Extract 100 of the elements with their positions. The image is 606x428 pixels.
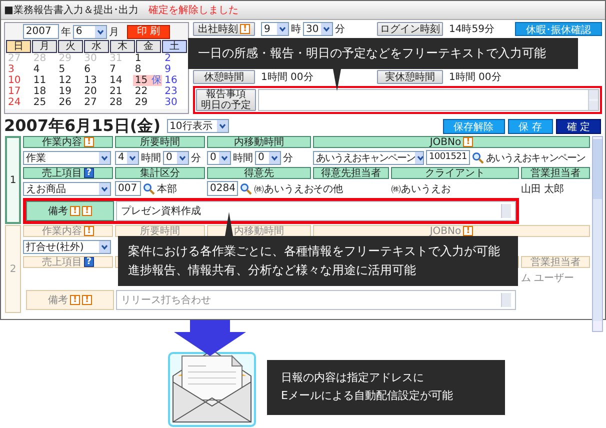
header-label: 作業内容 (42, 224, 82, 238)
callout-text: 案件における各作業ごとに、各種情報をフリーテキストで入力が可能 (128, 243, 501, 260)
search-icon[interactable] (240, 182, 252, 194)
alert-icon: ! (82, 206, 92, 216)
caret-icon (219, 152, 230, 164)
tally-name: 本部 (157, 182, 177, 196)
caret-icon (99, 182, 110, 194)
note-text: Eメールによる自動配信設定が可能 (281, 388, 454, 404)
weekday-header: 火 (58, 40, 83, 53)
field-label: ログイン時刻 (377, 22, 443, 36)
caret-icon (94, 26, 106, 38)
caret-icon (177, 152, 188, 164)
header-label: 内移動時間 (234, 224, 284, 238)
alert-icon: ! (70, 295, 80, 305)
field-label: 実休憩時間 (377, 70, 443, 84)
job-select[interactable]: あいうえおキャンペーン (313, 150, 424, 164)
header-label: 集計区分 (140, 166, 180, 180)
code-field[interactable]: 0284 (207, 181, 238, 196)
help-icon[interactable]: ? (84, 168, 94, 178)
hours-select[interactable]: 0 (207, 150, 231, 164)
header-label: 営業担当者 (530, 256, 580, 269)
scrollbar[interactable] (501, 204, 511, 218)
year-field[interactable]: 2007 (22, 24, 59, 39)
code-field[interactable]: 007 (115, 181, 141, 196)
window-title: ■業務報告書入力＆提出･出力 (4, 4, 138, 17)
scrollbar[interactable] (592, 136, 603, 332)
table-cell-text: ム ユーザー (521, 272, 574, 284)
month-select[interactable]: 6 (72, 24, 107, 38)
header-label: 営業担当者 (530, 166, 580, 180)
header-label: 備考 (48, 204, 68, 218)
row-number: 2 (5, 225, 21, 313)
alert-icon: ! (84, 137, 94, 147)
report-textarea[interactable] (258, 89, 599, 111)
weekday-header: 金 (136, 40, 161, 53)
work-type-select[interactable]: 作業 (23, 150, 111, 164)
status-message: 確定を解除しました (148, 4, 238, 17)
alert-icon: ! (463, 137, 474, 147)
hour-label: 時 (291, 22, 301, 36)
table-cell-text: ㈱あいうえお (391, 182, 451, 196)
caret-icon (99, 240, 110, 252)
caret-icon (321, 23, 332, 35)
break-time: 1時間 00分 (261, 70, 314, 84)
table-cell-text: その他 (313, 182, 343, 196)
scrollbar[interactable] (588, 90, 598, 110)
table-cell-text: 山田 太郎 (521, 182, 564, 196)
alert-icon: ! (84, 226, 94, 236)
label-text: 明日の予定 (201, 100, 251, 111)
job-number-field[interactable]: 1001521 (426, 150, 470, 165)
caret-icon (127, 152, 138, 164)
weekday-header: 水 (84, 40, 109, 53)
header-label: 売上項目 (42, 166, 82, 180)
job-name: あいうえおキャンペーン (486, 152, 585, 164)
status-label: 保 (152, 75, 162, 86)
caret-icon (99, 152, 110, 164)
sales-item-select[interactable]: えお商品 (23, 182, 111, 196)
hour-select[interactable]: 9 (261, 22, 289, 36)
print-button[interactable]: 印 刷 (126, 24, 170, 38)
label-text: 報告事項 (206, 89, 246, 100)
help-icon[interactable]: ? (84, 257, 94, 267)
search-icon[interactable] (472, 152, 484, 164)
scrollbar[interactable] (501, 293, 511, 307)
minute-select[interactable]: 30 (303, 22, 333, 36)
weekday-header: 月 (32, 40, 57, 53)
header-label: 売上項目 (42, 256, 82, 269)
report-date: 2007年6月15日(金) (4, 116, 161, 136)
note-textarea[interactable]: リリース打ち合わせ (116, 290, 516, 310)
header-label: 内移動時間 (234, 136, 284, 149)
unit-label: 分 (191, 152, 201, 164)
weekday-header: 土 (162, 40, 187, 53)
hours-select[interactable]: 4 (115, 150, 139, 164)
header-label: JOBNo (430, 226, 462, 236)
unit-label: 時間 (233, 152, 253, 164)
work-type-select[interactable]: 打合せ(社外) (23, 240, 111, 254)
unit-label: 時間 (141, 152, 161, 164)
weekday-header: 日 (6, 40, 31, 53)
minutes-select[interactable]: 0 (163, 150, 189, 164)
note-text: 日報の内容は指定アドレスに (281, 370, 425, 386)
caret-icon (269, 152, 280, 164)
header-label: 得意先担当者 (321, 166, 381, 180)
header-label: 作業内容 (42, 136, 82, 149)
actual-break-time: 1時間 00分 (449, 70, 502, 84)
toolbar-button[interactable]: 確 定 (556, 118, 601, 134)
note-text: プレゼン資料作成 (121, 204, 202, 218)
field-label: 休憩時間 (193, 70, 255, 84)
header-label: 所要時間 (140, 136, 180, 149)
header-label: クライアント (425, 167, 485, 180)
label-text: 出社時刻 (198, 22, 238, 36)
rows-select[interactable]: 10行表示 (166, 119, 229, 133)
month-label: 月 (108, 26, 119, 38)
header-label: 備考 (48, 294, 68, 307)
note-textarea[interactable]: プレゼン資料作成 (116, 201, 516, 221)
minutes-select[interactable]: 0 (255, 150, 281, 164)
header-label: 所要時間 (140, 224, 180, 238)
alert-icon: ! (70, 206, 80, 216)
row-number: 1 (5, 136, 21, 224)
search-icon[interactable] (143, 182, 155, 194)
calendar-day[interactable]: 15 保 (132, 75, 162, 86)
note-text: リリース打ち合わせ (121, 294, 212, 307)
year-label: 年 (60, 26, 71, 38)
minute-label: 分 (335, 23, 345, 36)
